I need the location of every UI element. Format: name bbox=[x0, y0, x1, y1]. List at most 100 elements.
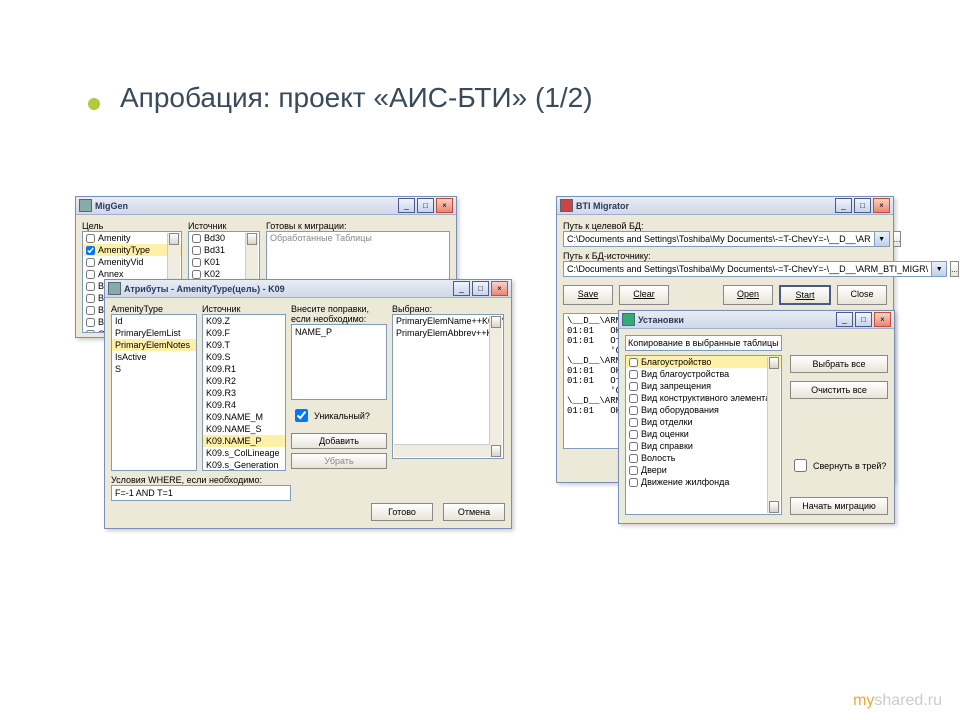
attributes-app-icon bbox=[108, 282, 121, 295]
tray-checkbox[interactable]: Свернуть в трей? bbox=[790, 456, 888, 475]
atype-listbox[interactable]: IdPrimaryElemListPrimaryElemNotesIsActiv… bbox=[111, 314, 197, 471]
list-item[interactable]: Id bbox=[112, 315, 196, 327]
maximize-button[interactable]: □ bbox=[472, 281, 489, 296]
edit-textbox[interactable]: NAME_P bbox=[291, 324, 387, 400]
cancel-button[interactable]: Отмена bbox=[443, 503, 505, 521]
where-textbox[interactable]: F=-1 AND T=1 bbox=[111, 485, 291, 501]
list-item[interactable]: PrimaryElemNotes bbox=[112, 339, 196, 351]
list-item[interactable]: K09.NAME_S bbox=[203, 423, 285, 435]
selected-col-label: Выбрано: bbox=[392, 304, 504, 314]
source-browse-button[interactable]: ... bbox=[950, 261, 959, 277]
target-db-path[interactable]: C:\Documents and Settings\Toshiba\My Doc… bbox=[563, 231, 875, 247]
source-col-label: Источник bbox=[188, 221, 260, 231]
list-item[interactable]: K09.NAME_P bbox=[203, 435, 285, 447]
setup-window: Установки _ □ × Копирование в выбранные … bbox=[618, 310, 895, 524]
list-item[interactable]: Двери bbox=[626, 464, 781, 476]
clear-all-button[interactable]: Очистить все bbox=[790, 381, 888, 399]
dropdown-icon[interactable]: ▼ bbox=[932, 261, 947, 277]
source-db-path[interactable]: C:\Documents and Settings\Toshiba\My Doc… bbox=[563, 261, 932, 277]
minimize-button[interactable]: _ bbox=[398, 198, 415, 213]
setup-app-icon bbox=[622, 313, 635, 326]
scrollbar[interactable] bbox=[489, 316, 502, 457]
source-db-label: Путь к БД-источнику: bbox=[563, 251, 887, 261]
maximize-button[interactable]: □ bbox=[855, 312, 872, 327]
list-item[interactable]: K09.T bbox=[203, 339, 285, 351]
start-migration-button[interactable]: Начать миграцию bbox=[790, 497, 888, 515]
ready-listbox[interactable]: Обработанные Таблицы bbox=[266, 231, 450, 280]
done-button[interactable]: Готово bbox=[371, 503, 433, 521]
h-scrollbar[interactable] bbox=[394, 444, 490, 457]
list-item[interactable]: K09.NAME_M bbox=[203, 411, 285, 423]
list-item[interactable]: Волость bbox=[626, 452, 781, 464]
where-label: Условия WHERE, если необходимо: bbox=[111, 475, 291, 485]
attributes-titlebar[interactable]: Атрибуты - AmenityType(цель) - K09 _ □ × bbox=[105, 280, 511, 298]
list-item[interactable]: K09.Z bbox=[203, 315, 285, 327]
close-button[interactable]: × bbox=[491, 281, 508, 296]
migrator-titlebar[interactable]: BTI Migrator _ □ × bbox=[557, 197, 893, 215]
start-button[interactable]: Start bbox=[779, 285, 831, 305]
list-item[interactable]: K09.R2 bbox=[203, 375, 285, 387]
close-button[interactable]: × bbox=[874, 312, 891, 327]
slide-title: Апробация: проект «АИС-БТИ» (1/2) bbox=[120, 82, 593, 114]
list-item[interactable]: PrimaryElemAbbrev++K09.NA bbox=[393, 327, 503, 339]
list-item[interactable]: Вид благоустройства bbox=[626, 368, 781, 380]
source-db-combo[interactable]: C:\Documents and Settings\Toshiba\My Doc… bbox=[563, 261, 947, 277]
list-item[interactable]: Вид оборудования bbox=[626, 404, 781, 416]
atype-col-label: AmenityType bbox=[111, 304, 197, 314]
list-item[interactable]: K09.R3 bbox=[203, 387, 285, 399]
list-item[interactable]: PrimaryElemList bbox=[112, 327, 196, 339]
list-item[interactable]: PrimaryElemName++K09.NA bbox=[393, 315, 503, 327]
target-col-label: Цель bbox=[82, 221, 182, 231]
list-item[interactable]: K09.F bbox=[203, 327, 285, 339]
migrator-app-icon bbox=[560, 199, 573, 212]
attributes-window: Атрибуты - AmenityType(цель) - K09 _ □ ×… bbox=[104, 279, 512, 529]
save-button[interactable]: Save bbox=[563, 285, 613, 305]
miggen-titlebar[interactable]: MigGen _ □ × bbox=[76, 197, 456, 215]
unique-checkbox[interactable]: Уникальный? bbox=[291, 406, 387, 425]
list-item[interactable]: Вид конструктивного элемента bbox=[626, 392, 781, 404]
selected-listbox[interactable]: PrimaryElemName++K09.NAPrimaryElemAbbrev… bbox=[392, 314, 504, 459]
setup-title-text: Установки bbox=[638, 315, 836, 325]
remove-button[interactable]: Убрать bbox=[291, 453, 387, 469]
add-button[interactable]: Добавить bbox=[291, 433, 387, 449]
dropdown-icon[interactable]: ▼ bbox=[875, 231, 890, 247]
maximize-button[interactable]: □ bbox=[417, 198, 434, 213]
close-button[interactable]: × bbox=[873, 198, 890, 213]
open-button[interactable]: Open bbox=[723, 285, 773, 305]
attributes-title-text: Атрибуты - AmenityType(цель) - K09 bbox=[124, 284, 453, 294]
list-item[interactable]: Благоустройство bbox=[626, 356, 781, 368]
miggen-title-text: MigGen bbox=[95, 201, 398, 211]
list-item[interactable]: IsActive bbox=[112, 351, 196, 363]
target-browse-button[interactable]: ... bbox=[893, 231, 902, 247]
minimize-button[interactable]: _ bbox=[836, 312, 853, 327]
scrollbar[interactable] bbox=[767, 357, 780, 513]
list-item[interactable]: Движение жилфонда bbox=[626, 476, 781, 488]
copy-label: Копирование в выбранные таблицы bbox=[625, 335, 782, 351]
tables-listbox[interactable]: БлагоустройствоВид благоустройстваВид за… bbox=[625, 355, 782, 515]
list-item[interactable]: Вид оценки bbox=[626, 428, 781, 440]
list-item[interactable]: K09.S bbox=[203, 351, 285, 363]
clear-button[interactable]: Clear bbox=[619, 285, 669, 305]
list-item[interactable]: K09.R4 bbox=[203, 399, 285, 411]
list-item[interactable]: K09.s_Generation bbox=[203, 459, 285, 471]
attr-source-listbox[interactable]: K09.ZK09.FK09.TK09.SK09.R1K09.R2K09.R3K0… bbox=[202, 314, 286, 471]
attr-source-col-label: Источник bbox=[202, 304, 286, 314]
list-item[interactable]: Вид запрещения bbox=[626, 380, 781, 392]
select-all-button[interactable]: Выбрать все bbox=[790, 355, 888, 373]
close-win-button[interactable]: Close bbox=[837, 285, 887, 305]
maximize-button[interactable]: □ bbox=[854, 198, 871, 213]
miggen-app-icon bbox=[79, 199, 92, 212]
list-item[interactable]: K09.s_ColLineage bbox=[203, 447, 285, 459]
list-item[interactable]: Вид отделки bbox=[626, 416, 781, 428]
setup-titlebar[interactable]: Установки _ □ × bbox=[619, 311, 894, 329]
slide-bullet bbox=[88, 98, 100, 110]
close-button[interactable]: × bbox=[436, 198, 453, 213]
target-db-combo[interactable]: C:\Documents and Settings\Toshiba\My Doc… bbox=[563, 231, 890, 247]
target-db-label: Путь к целевой БД: bbox=[563, 221, 887, 231]
list-item[interactable]: K09.R1 bbox=[203, 363, 285, 375]
watermark: myshared.ru bbox=[853, 692, 942, 710]
list-item[interactable]: S bbox=[112, 363, 196, 375]
minimize-button[interactable]: _ bbox=[835, 198, 852, 213]
minimize-button[interactable]: _ bbox=[453, 281, 470, 296]
list-item[interactable]: Вид справки bbox=[626, 440, 781, 452]
